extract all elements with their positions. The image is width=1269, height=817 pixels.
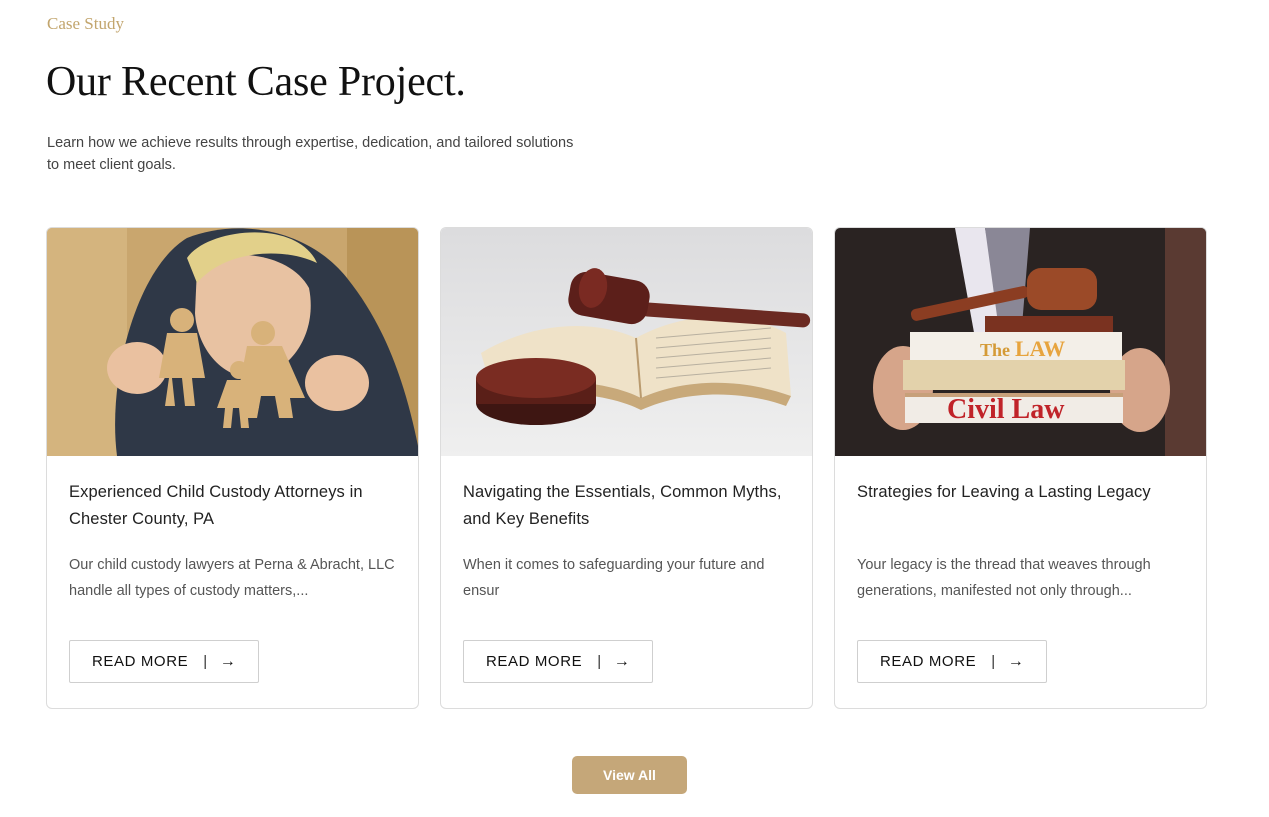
card-excerpt: Your legacy is the thread that weaves th… [857,557,1151,599]
read-more-label: READ MORE [486,653,583,670]
page-title: Our Recent Case Project. [46,59,466,105]
read-more-label: READ MORE [92,653,189,670]
book-title-law: LAW [1015,336,1065,361]
case-card: Experienced Child Custody Attorneys in C… [46,227,419,709]
read-more-label: READ MORE [880,653,977,670]
gavel-book-image[interactable] [441,228,813,456]
case-card: The LAW Civil Law Strategies for Leaving… [834,227,1207,709]
card-title[interactable]: Strategies for Leaving a Lasting Legacy [857,479,1187,506]
law-books-image[interactable]: The LAW Civil Law [835,228,1207,456]
case-study-section: Case Study Our Recent Case Project. Lear… [0,0,1269,817]
section-intro: Learn how we achieve results through exp… [47,135,574,173]
book-title-civil-law: Civil Law [947,394,1065,425]
section-eyebrow: Case Study [47,14,124,33]
card-title[interactable]: Navigating the Essentials, Common Myths,… [463,479,793,533]
arrow-right-icon: → [613,652,631,670]
arrow-right-icon: → [1007,652,1025,670]
separator: | [203,653,208,670]
child-custody-image[interactable] [47,228,419,456]
card-excerpt: Our child custody lawyers at Perna & Abr… [69,557,395,599]
read-more-button[interactable]: READ MORE | → [69,640,260,683]
read-more-button[interactable]: READ MORE | → [857,640,1048,683]
book-title-the: The [980,340,1010,360]
separator: | [991,653,996,670]
case-card: Navigating the Essentials, Common Myths,… [440,227,813,709]
view-all-button[interactable]: View All [572,756,687,794]
arrow-right-icon: → [219,652,237,670]
card-excerpt: When it comes to safeguarding your futur… [463,557,765,599]
read-more-button[interactable]: READ MORE | → [463,640,654,683]
case-cards: Experienced Child Custody Attorneys in C… [46,227,1207,709]
card-title[interactable]: Experienced Child Custody Attorneys in C… [69,479,399,533]
separator: | [597,653,602,670]
